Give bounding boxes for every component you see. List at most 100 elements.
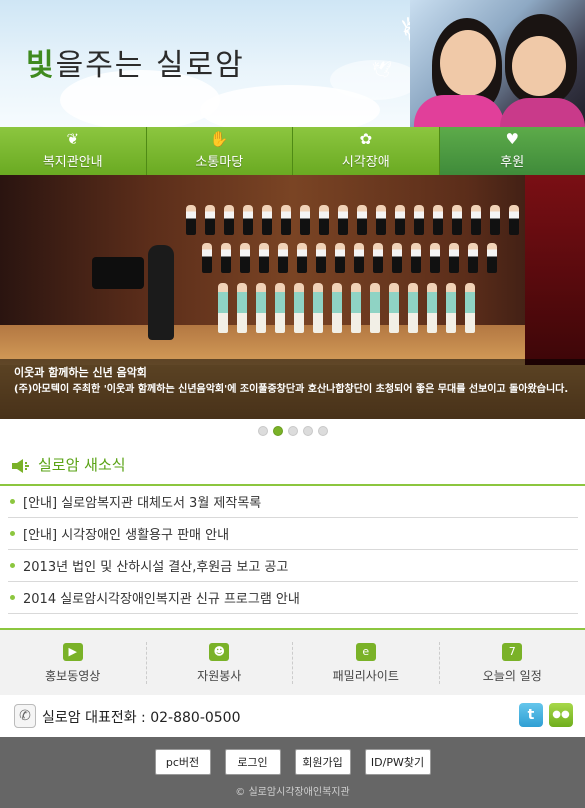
choir-singer bbox=[351, 283, 361, 333]
choir-singer bbox=[427, 283, 437, 333]
slide-dot[interactable] bbox=[287, 426, 298, 436]
news-list: [안내] 실로암복지관 대체도서 3월 제작목록 [안내] 시각장애인 생활용구… bbox=[8, 486, 578, 614]
choir-singer bbox=[218, 283, 228, 333]
choir-singer bbox=[465, 283, 475, 333]
choir-singer bbox=[376, 205, 386, 235]
sprout-icon: ✿ bbox=[359, 130, 373, 148]
choir-singer bbox=[243, 205, 253, 235]
me2day-icon[interactable]: ●● bbox=[549, 703, 573, 727]
slide-dot[interactable] bbox=[302, 426, 313, 436]
choir-singer bbox=[449, 243, 459, 273]
bullet-icon bbox=[10, 595, 15, 600]
copyright: © 실로암시각장애인복지관 bbox=[235, 787, 350, 798]
phone-number[interactable]: 실로암 대표전화 : 02-880-0500 bbox=[42, 707, 241, 727]
choir-singer bbox=[332, 283, 342, 333]
slide-dot[interactable] bbox=[317, 426, 328, 436]
quick-menu: ▶ 홍보동영상 ☻ 자원봉사 e 패밀리사이트 7 오늘의 일정 bbox=[0, 628, 585, 697]
slide-dot[interactable] bbox=[272, 426, 283, 436]
choir-singer bbox=[446, 283, 456, 333]
choir-singer bbox=[202, 243, 212, 273]
phone-icon[interactable]: ✆ bbox=[14, 704, 36, 728]
main-nav: ❦ 복지관안내 ✋ 소통마당 ✿ 시각장애 ♥ 후원 bbox=[0, 127, 585, 175]
slide-dot[interactable] bbox=[257, 426, 268, 436]
choir-singer bbox=[509, 205, 519, 235]
choir-singer bbox=[205, 205, 215, 235]
choir-singer bbox=[338, 205, 348, 235]
site-footer: pc버전 로그인 회원가입 ID/PW찾기 © 실로암시각장애인복지관 bbox=[0, 737, 585, 808]
find-id-pw-button[interactable]: ID/PW찾기 bbox=[364, 749, 431, 775]
choir-singer bbox=[433, 205, 443, 235]
choir-singer bbox=[281, 205, 291, 235]
calendar-icon: 7 bbox=[502, 642, 523, 661]
choir-singer bbox=[186, 205, 196, 235]
speaker-icon bbox=[12, 458, 30, 473]
choir-singer bbox=[294, 283, 304, 333]
choir-singer bbox=[221, 243, 231, 273]
quick-label: 패밀리사이트 bbox=[332, 668, 399, 683]
choir-singer bbox=[262, 205, 272, 235]
choir-singer bbox=[316, 243, 326, 273]
leaf-icon: ❦ bbox=[66, 130, 80, 148]
choir-singer bbox=[395, 205, 405, 235]
choir-singer bbox=[240, 243, 250, 273]
choir-singer bbox=[275, 283, 285, 333]
nav-item-community[interactable]: ✋ 소통마당 bbox=[146, 127, 293, 175]
nav-item-about[interactable]: ❦ 복지관안내 bbox=[0, 127, 147, 175]
choir-singer bbox=[370, 283, 380, 333]
quick-schedule[interactable]: 7 오늘의 일정 bbox=[440, 642, 585, 684]
news-item[interactable]: 2014 실로암시각장애인복지관 신규 프로그램 안내 bbox=[8, 582, 578, 614]
contact-bar: ✆ 실로암 대표전화 : 02-880-0500 t ●● bbox=[0, 695, 585, 737]
choir-singer bbox=[237, 283, 247, 333]
people-icon: ☻ bbox=[209, 642, 230, 661]
choir-singer bbox=[471, 205, 481, 235]
news-header: 실로암 새소식 bbox=[12, 454, 126, 475]
quick-promo-video[interactable]: ▶ 홍보동영상 bbox=[0, 642, 147, 684]
signup-button[interactable]: 회원가입 bbox=[294, 749, 351, 775]
pc-version-button[interactable]: pc버전 bbox=[154, 749, 211, 775]
slide-photo-wall bbox=[0, 175, 585, 325]
news-item[interactable]: 2013년 법인 및 산하시설 결산,후원금 보고 공고 bbox=[8, 550, 578, 582]
bullet-icon bbox=[10, 563, 15, 568]
bullet-icon bbox=[10, 499, 15, 504]
video-icon: ▶ bbox=[62, 642, 83, 661]
news-item[interactable]: [안내] 시각장애인 생활용구 판매 안내 bbox=[8, 518, 578, 550]
choir-singer bbox=[297, 243, 307, 273]
slide-photo-screen bbox=[525, 175, 585, 365]
choir-singer bbox=[414, 205, 424, 235]
news-item-text: 2013년 법인 및 산하시설 결산,후원금 보고 공고 bbox=[23, 560, 289, 575]
nav-item-donation[interactable]: ♥ 후원 bbox=[439, 127, 585, 175]
choir-singer bbox=[319, 205, 329, 235]
handshake-icon: ✋ bbox=[209, 130, 229, 148]
quick-label: 오늘의 일정 bbox=[482, 668, 542, 683]
choir-singer bbox=[224, 205, 234, 235]
quick-family-site[interactable]: e 패밀리사이트 bbox=[293, 642, 440, 684]
slide-caption-title: 이웃과 함께하는 신년 음악회 bbox=[14, 366, 147, 379]
choir-singer bbox=[354, 243, 364, 273]
quick-volunteer[interactable]: ☻ 자원봉사 bbox=[147, 642, 293, 684]
choir-singer bbox=[430, 243, 440, 273]
news-title: 실로암 새소식 bbox=[38, 456, 126, 474]
login-button[interactable]: 로그인 bbox=[224, 749, 281, 775]
choir-singer bbox=[452, 205, 462, 235]
news-item-text: [안내] 시각장애인 생활용구 판매 안내 bbox=[23, 528, 230, 543]
twitter-icon[interactable]: t bbox=[519, 703, 543, 727]
nav-item-visual-impairment[interactable]: ✿ 시각장애 bbox=[293, 127, 440, 175]
site-header: 빛을주는 실로암 🕊 🕊 bbox=[0, 0, 585, 127]
quick-label: 자원봉사 bbox=[197, 668, 242, 683]
news-item[interactable]: [안내] 실로암복지관 대체도서 3월 제작목록 bbox=[8, 486, 578, 518]
choir-singer bbox=[389, 283, 399, 333]
choir-singer bbox=[300, 205, 310, 235]
choir-singer bbox=[392, 243, 402, 273]
slide-photo-piano bbox=[92, 257, 144, 289]
site-logo[interactable]: 빛을주는 실로암 bbox=[26, 40, 245, 84]
choir-singer bbox=[357, 205, 367, 235]
choir-singer bbox=[490, 205, 500, 235]
family-site-icon: e bbox=[355, 642, 376, 661]
choir-singer bbox=[256, 283, 266, 333]
choir-singer bbox=[335, 243, 345, 273]
choir-singer bbox=[278, 243, 288, 273]
choir-singer bbox=[411, 243, 421, 273]
quick-label: 홍보동영상 bbox=[45, 668, 101, 683]
slide-pagination bbox=[0, 426, 585, 436]
nav-label: 복지관안내 bbox=[42, 155, 103, 170]
